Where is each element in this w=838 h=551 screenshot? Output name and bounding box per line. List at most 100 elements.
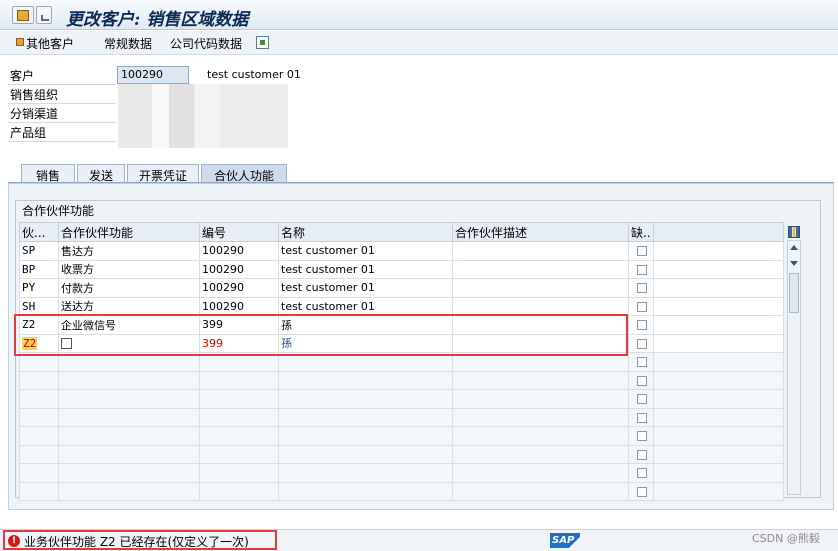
default-checkbox[interactable]	[637, 449, 647, 460]
partner-name: test customer 01	[278, 278, 453, 298]
dropdown-icon[interactable]	[36, 6, 52, 24]
tab-partner-functions[interactable]: 合伙人功能	[201, 164, 287, 183]
partner-code[interactable]: Z2	[19, 315, 59, 335]
default-checkbox[interactable]	[637, 394, 647, 405]
general-data-button[interactable]: 常规数据	[104, 35, 152, 52]
partner-name: test customer 01	[278, 296, 453, 316]
partner-description	[452, 278, 629, 298]
vertical-scrollbar[interactable]	[787, 240, 801, 495]
value-help-icon[interactable]	[61, 338, 72, 350]
title-bar: 更改客户: 销售区域数据	[0, 0, 838, 30]
company-code-data-button[interactable]: 公司代码数据	[170, 35, 242, 52]
edit-partner-code[interactable]: Z2	[22, 336, 38, 350]
table-row[interactable]: Z2 企业微信号 399 孫	[19, 315, 784, 335]
default-checkbox[interactable]	[637, 264, 647, 275]
empty-row[interactable]	[19, 407, 784, 427]
partner-number[interactable]: 100290	[199, 241, 279, 261]
tab-billing[interactable]: 开票凭证	[127, 164, 199, 183]
partner-number[interactable]: 100290	[199, 296, 279, 316]
edit-partner-name: 孫	[278, 333, 453, 353]
default-checkbox[interactable]	[637, 338, 647, 349]
col-header-description[interactable]: 合作伙伴描述	[452, 222, 629, 242]
table-row[interactable]: PY 付款方 100290 test customer 01	[19, 278, 784, 298]
edit-code-cell[interactable]: Z2	[19, 333, 59, 353]
scroll-up-icon[interactable]	[790, 245, 798, 250]
division-label: 产品组	[10, 126, 47, 140]
col-header-number[interactable]: 编号	[199, 222, 279, 242]
partner-number[interactable]: 100290	[199, 278, 279, 298]
partner-function[interactable]: 企业微信号	[58, 315, 200, 335]
default-checkbox[interactable]	[637, 468, 647, 479]
row-spacer	[653, 315, 784, 335]
col-header-default[interactable]: 缺..	[628, 222, 654, 242]
partner-code[interactable]: PY	[19, 278, 59, 298]
table-settings-icon[interactable]	[788, 226, 800, 238]
distribution-channel-label: 分销渠道	[10, 107, 59, 121]
empty-row[interactable]	[19, 352, 784, 372]
scroll-thumb[interactable]	[789, 273, 799, 313]
edit-function-cell[interactable]	[58, 333, 200, 353]
group-title: 合作伙伴功能	[22, 204, 95, 218]
default-checkbox[interactable]	[637, 246, 647, 257]
partner-description	[452, 296, 629, 316]
empty-row[interactable]	[19, 389, 784, 409]
empty-row[interactable]	[19, 426, 784, 446]
partner-function[interactable]: 送达方	[58, 296, 200, 316]
partner-code[interactable]: SP	[19, 241, 59, 261]
error-icon: !	[8, 535, 20, 547]
default-cell	[628, 333, 654, 353]
table-row[interactable]: SH 送达方 100290 test customer 01	[19, 296, 784, 316]
page-title: 更改客户: 销售区域数据	[66, 10, 249, 30]
empty-row[interactable]	[19, 463, 784, 483]
customer-number-field[interactable]: 100290	[117, 66, 189, 84]
status-message[interactable]: 业务伙伴功能 Z2 已经存在(仅定义了一次)	[24, 533, 249, 550]
row-spacer	[653, 241, 784, 261]
partner-function[interactable]: 付款方	[58, 278, 200, 298]
scroll-down-icon[interactable]	[790, 261, 798, 266]
default-checkbox[interactable]	[637, 357, 647, 368]
partner-function[interactable]: 售达方	[58, 241, 200, 261]
partner-code[interactable]: SH	[19, 296, 59, 316]
edit-partner-description	[452, 333, 629, 353]
sap-logo: SAP	[550, 533, 580, 548]
watermark: CSDN @熊毅	[752, 532, 820, 545]
partner-code[interactable]: BP	[19, 259, 59, 279]
row-spacer	[653, 296, 784, 316]
partner-name: test customer 01	[278, 259, 453, 279]
partner-number[interactable]: 100290	[199, 259, 279, 279]
empty-row[interactable]	[19, 444, 784, 464]
partner-name: test customer 01	[278, 241, 453, 261]
other-customer-button[interactable]: 其他客户	[26, 35, 74, 52]
empty-row[interactable]	[19, 370, 784, 390]
default-checkbox[interactable]	[637, 283, 647, 294]
partner-number[interactable]: 399	[199, 315, 279, 335]
col-header-function[interactable]: 合作伙伴功能	[58, 222, 200, 242]
default-cell	[628, 259, 654, 279]
default-checkbox[interactable]	[637, 431, 647, 442]
partner-function[interactable]: 收票方	[58, 259, 200, 279]
refresh-icon[interactable]	[256, 36, 269, 49]
redacted-area	[118, 84, 288, 148]
col-header-name[interactable]: 名称	[278, 222, 453, 242]
default-checkbox[interactable]	[637, 301, 647, 312]
row-spacer	[653, 259, 784, 279]
menu-icon[interactable]	[12, 6, 34, 24]
default-checkbox[interactable]	[637, 486, 647, 497]
default-cell	[628, 296, 654, 316]
edit-partner-number[interactable]: 399	[199, 333, 279, 353]
table-row[interactable]: SP 售达方 100290 test customer 01	[19, 241, 784, 261]
application-toolbar: 其他客户 常规数据 公司代码数据	[0, 31, 838, 55]
edit-row[interactable]: Z2 399 孫	[19, 333, 784, 353]
col-header-spacer	[653, 222, 784, 242]
default-checkbox[interactable]	[637, 320, 647, 331]
default-checkbox[interactable]	[637, 375, 647, 386]
tab-shipping[interactable]: 发送	[77, 164, 125, 183]
customer-name: test customer 01	[207, 68, 301, 81]
other-customer-icon	[16, 38, 24, 46]
col-header-partner[interactable]: 伙...	[19, 222, 59, 242]
table-row[interactable]: BP 收票方 100290 test customer 01	[19, 259, 784, 279]
tab-sales[interactable]: 销售	[21, 164, 75, 183]
customer-label: 客户	[10, 69, 35, 83]
empty-row[interactable]	[19, 481, 784, 501]
default-checkbox[interactable]	[637, 412, 647, 423]
